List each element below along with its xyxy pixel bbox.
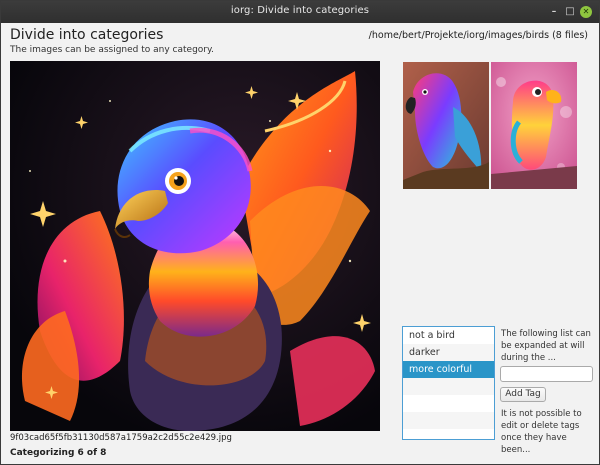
maximize-icon[interactable]: □ xyxy=(564,6,576,18)
tag-note-text: It is not possible to edit or delete tag… xyxy=(501,409,582,455)
progress-status: Categorizing 6 of 8 xyxy=(10,448,107,458)
page-subtitle: The images can be assigned to any catego… xyxy=(10,45,214,55)
current-image xyxy=(10,61,380,431)
tag-list[interactable]: not a bird darker more colorful xyxy=(402,326,495,440)
tag-item-more-colorful[interactable]: more colorful xyxy=(403,361,494,378)
thumbnail-2[interactable] xyxy=(491,62,577,189)
minimize-icon[interactable]: – xyxy=(548,6,560,18)
app-window: iorg: Divide into categories – □ ✕ Divid… xyxy=(0,0,600,465)
tag-item-darker[interactable]: darker xyxy=(403,344,494,361)
add-tag-button[interactable]: Add Tag xyxy=(500,387,546,402)
tag-empty-row xyxy=(403,412,494,429)
page-title: Divide into categories xyxy=(10,27,164,43)
tag-empty-row xyxy=(403,378,494,395)
new-tag-input[interactable] xyxy=(500,366,593,382)
tag-empty-row xyxy=(403,395,494,412)
folder-path: /home/bert/Projekte/iorg/images/birds (8… xyxy=(368,30,588,41)
close-icon[interactable]: ✕ xyxy=(580,6,592,18)
window-title: iorg: Divide into categories xyxy=(230,5,370,16)
thumbnail-1[interactable] xyxy=(403,62,489,189)
image-filename: 9f03cad65f5fb31130d587a1759a2c2d55c2e429… xyxy=(10,433,232,443)
tag-item-not-a-bird[interactable]: not a bird xyxy=(403,327,494,344)
title-bar[interactable]: iorg: Divide into categories – □ ✕ xyxy=(1,1,599,23)
tag-info-text: The following list can be expanded at wi… xyxy=(501,329,591,363)
